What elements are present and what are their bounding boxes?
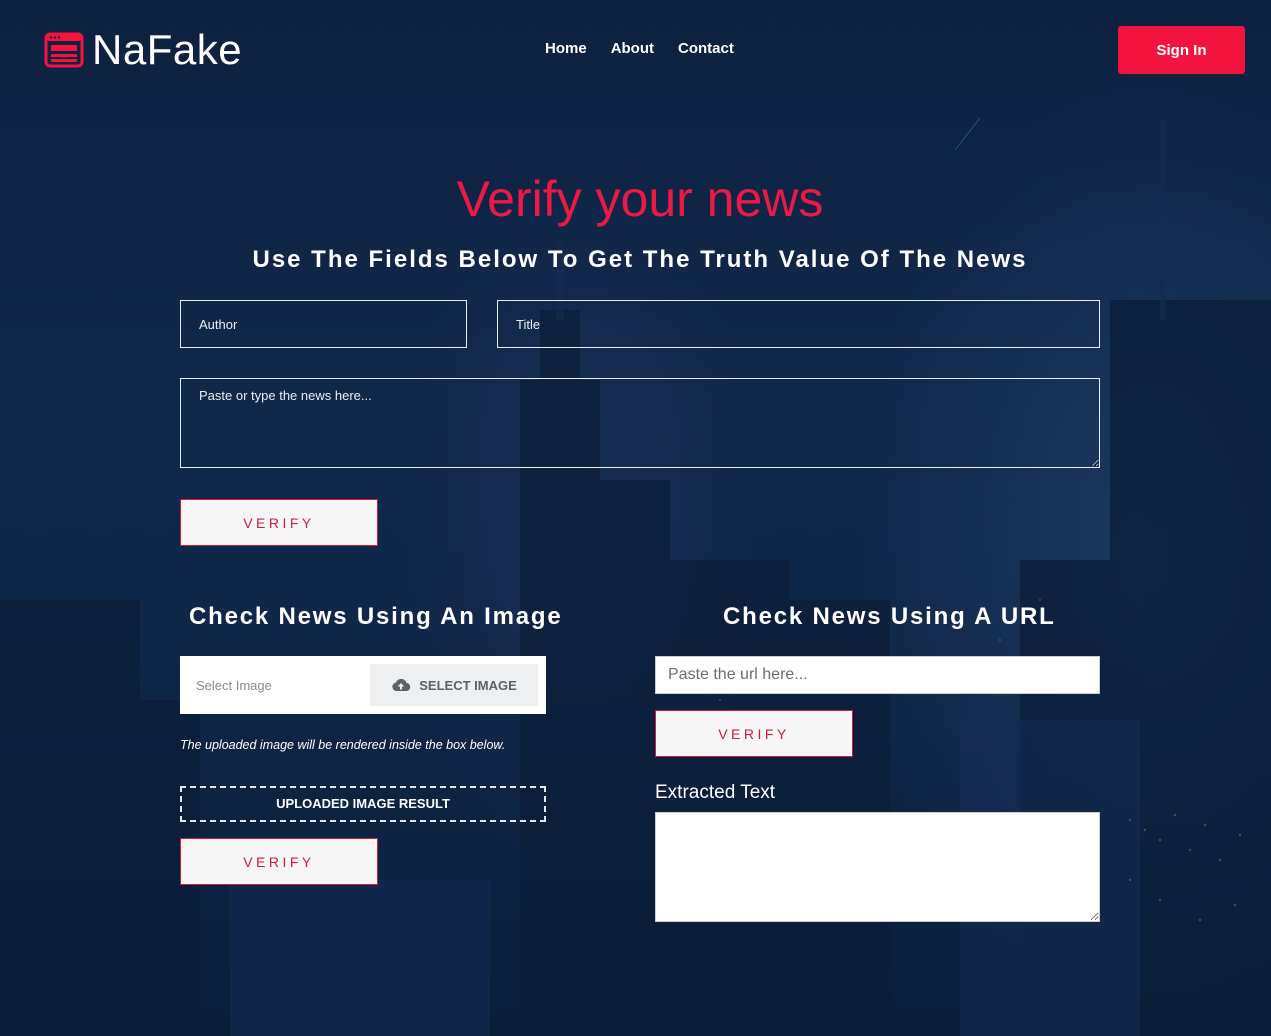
select-image-label: SELECT IMAGE (419, 677, 517, 693)
verify-url-button[interactable]: VERIFY (655, 710, 853, 757)
sign-in-button[interactable]: Sign In (1118, 26, 1245, 74)
url-input[interactable] (655, 656, 1100, 694)
image-section-title: Check News Using An Image (189, 603, 563, 630)
url-section-title: Check News Using A URL (723, 603, 1056, 630)
verify-image-button[interactable]: VERIFY (180, 838, 378, 885)
main-nav: Home About Contact (545, 40, 734, 57)
image-file-picker[interactable]: Select Image SELECT IMAGE (180, 656, 546, 714)
upload-note: The uploaded image will be rendered insi… (180, 738, 506, 752)
brand-logo[interactable]: NaFake (44, 29, 242, 71)
title-input[interactable] (497, 300, 1100, 348)
verify-text-button[interactable]: VERIFY (180, 499, 378, 546)
news-textarea[interactable] (180, 378, 1100, 468)
page-subtitle: Use The Fields Below To Get The Truth Va… (252, 246, 1028, 273)
brand-name: NaFake (92, 26, 243, 73)
file-picker-label: Select Image (196, 678, 272, 693)
nav-link-about[interactable]: About (611, 40, 654, 57)
select-image-button[interactable]: SELECT IMAGE (370, 664, 538, 706)
nav-link-contact[interactable]: Contact (678, 40, 734, 57)
author-input[interactable] (180, 300, 467, 348)
browser-window-icon (44, 32, 84, 68)
extracted-text-area[interactable] (655, 812, 1100, 922)
nav-link-home[interactable]: Home (545, 40, 587, 57)
extracted-text-label: Extracted Text (655, 782, 776, 803)
uploaded-image-result-box: UPLOADED IMAGE RESULT (180, 786, 546, 822)
page-title: Verify your news (456, 171, 824, 227)
cloud-upload-icon (392, 678, 411, 692)
